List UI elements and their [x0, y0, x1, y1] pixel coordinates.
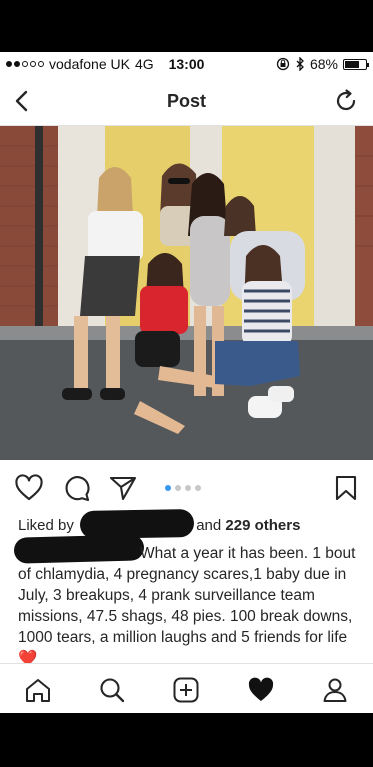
post-caption: What a year it has been. 1 bout of chlam…	[18, 543, 363, 669]
pager-dot	[185, 485, 191, 491]
search-icon[interactable]	[98, 676, 126, 704]
liked-by-label: Liked by	[18, 517, 74, 534]
caption-text: What a year it has been. 1 bout of chlam…	[18, 545, 356, 646]
battery-fill	[345, 60, 359, 68]
likes-others-link[interactable]: 229 others	[225, 517, 300, 534]
nav-bar: Post	[0, 76, 373, 126]
rotation-lock-icon	[276, 57, 290, 71]
post-actions	[0, 470, 373, 506]
carousel-pager	[165, 485, 201, 491]
comment-icon[interactable]	[62, 474, 92, 502]
battery-icon	[343, 58, 369, 70]
profile-icon[interactable]	[321, 676, 349, 704]
status-right: 68%	[276, 56, 369, 72]
pager-dot	[165, 485, 171, 491]
post-photo[interactable]	[0, 126, 373, 460]
heart-outline-icon[interactable]	[14, 474, 44, 502]
bluetooth-icon	[296, 57, 304, 71]
home-icon[interactable]	[24, 676, 52, 704]
activity-heart-icon[interactable]	[247, 676, 275, 704]
battery-percent: 68%	[309, 56, 338, 72]
share-icon[interactable]	[108, 474, 138, 502]
page-title: Post	[166, 91, 206, 111]
add-post-icon[interactable]	[172, 676, 200, 704]
group-photo-image	[0, 126, 373, 460]
refresh-icon[interactable]	[333, 88, 359, 114]
instagram-screen: vodafone UK 4G 13:00 68% Post Liked by a…	[0, 52, 373, 713]
bookmark-icon[interactable]	[331, 474, 361, 502]
likes-and: and	[196, 517, 222, 534]
pager-dot	[195, 485, 201, 491]
redacted-username	[79, 509, 195, 539]
bottom-tab-bar	[0, 663, 373, 713]
status-bar: vodafone UK 4G 13:00 68%	[0, 52, 373, 76]
pager-dot	[175, 485, 181, 491]
